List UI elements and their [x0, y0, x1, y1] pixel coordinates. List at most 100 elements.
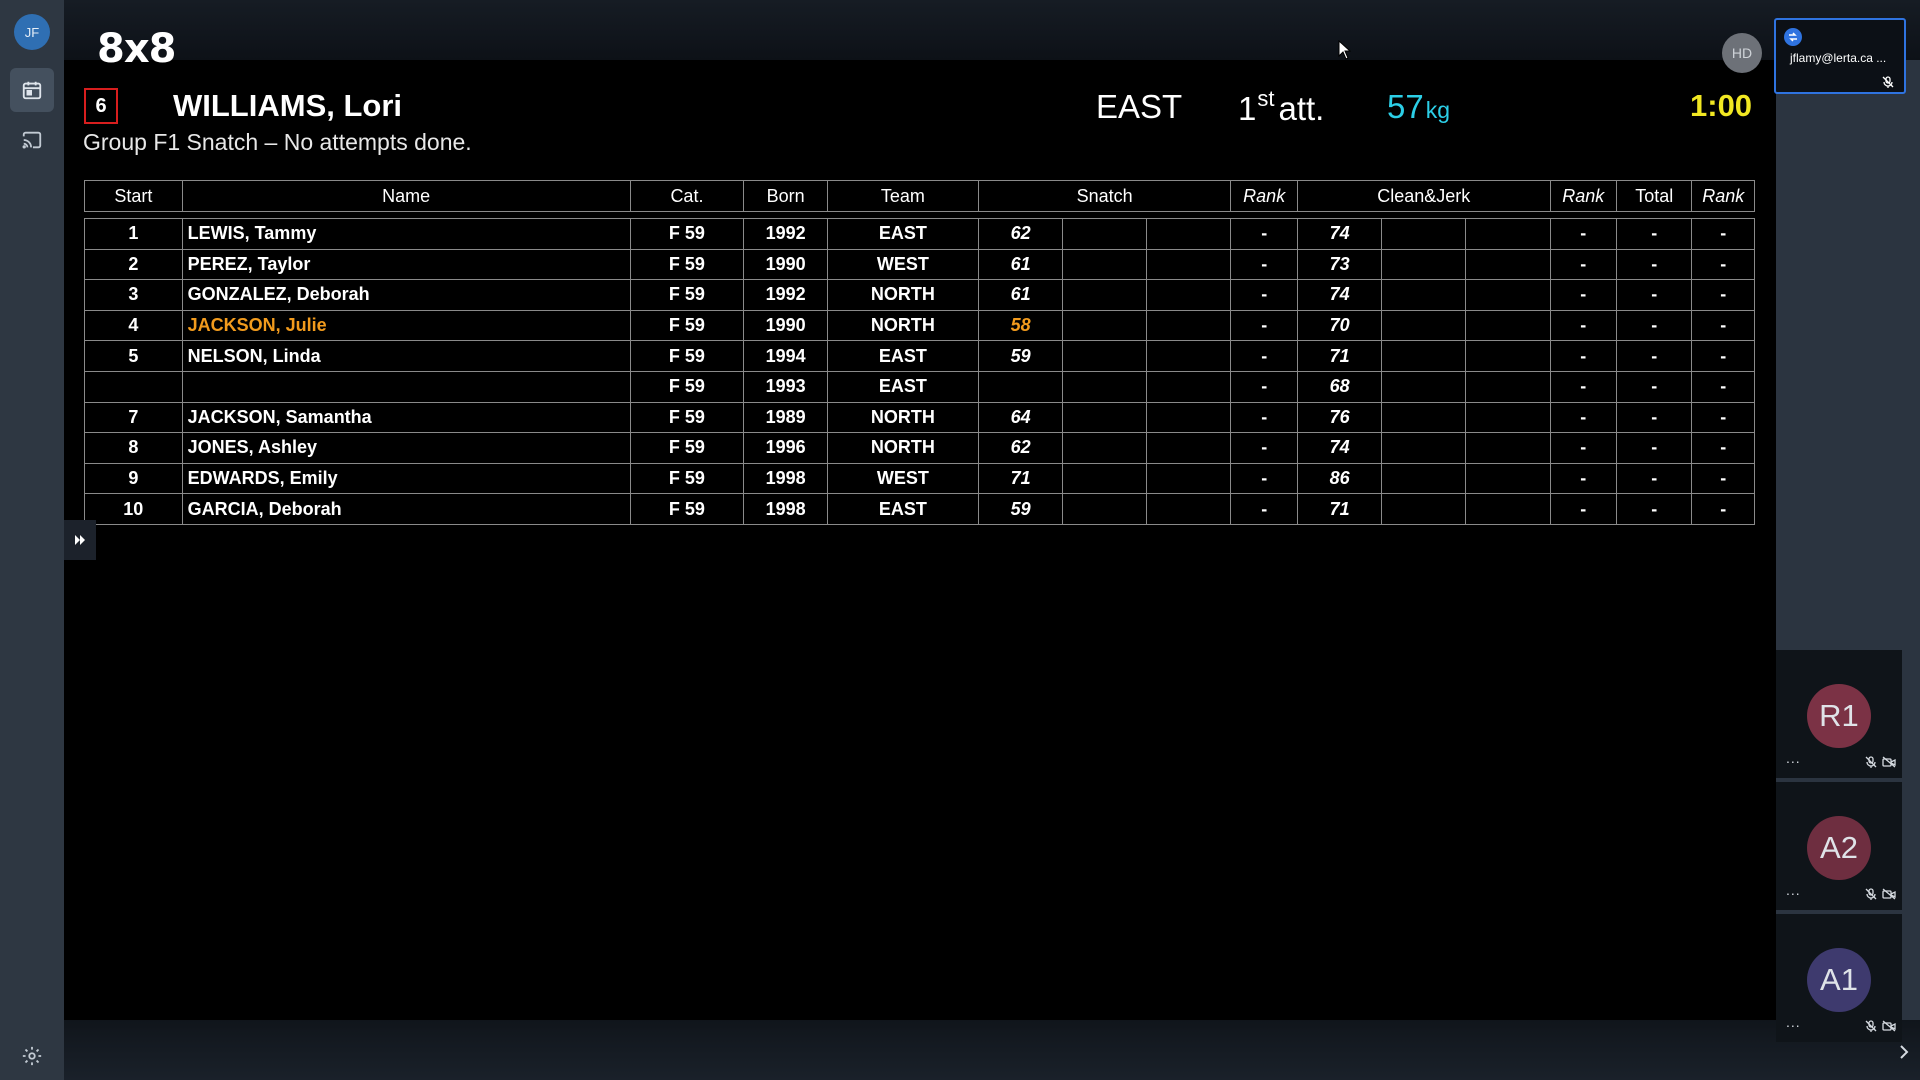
- calendar-button[interactable]: [10, 68, 54, 112]
- participant-menu-button[interactable]: ...: [1786, 1014, 1801, 1030]
- cell-cj-rank: -: [1549, 401, 1617, 434]
- cell-cat: F 59: [629, 401, 745, 434]
- cell-snatch-rank: -: [1230, 370, 1298, 403]
- cell-snatch-2: [1062, 279, 1147, 311]
- cell-total: -: [1615, 401, 1693, 434]
- participant-menu-button[interactable]: ...: [1786, 882, 1801, 898]
- cast-icon: [22, 131, 42, 149]
- cell-cj-rank: -: [1549, 432, 1617, 464]
- col-team: Team: [826, 180, 979, 212]
- participant-tile[interactable]: R1...: [1776, 650, 1902, 778]
- cell-cj-3: [1465, 248, 1551, 281]
- current-start-number: 6: [84, 88, 118, 124]
- cell-born: 1998: [743, 462, 828, 495]
- cell-snatch-rank: -: [1230, 218, 1298, 250]
- cell-snatch-3: [1145, 309, 1232, 342]
- cell-snatch-2: [1062, 370, 1147, 403]
- cell-cj-1: 74: [1296, 432, 1383, 464]
- cell-cj-2: [1381, 493, 1466, 525]
- cell-cj-3: [1465, 401, 1551, 434]
- cell-cj-rank: -: [1549, 493, 1617, 525]
- cell-snatch-rank: -: [1230, 248, 1298, 281]
- cell-total: -: [1615, 432, 1693, 464]
- cell-cj-1: 86: [1296, 462, 1383, 495]
- self-video-tile[interactable]: jflamy@lerta.ca ...: [1774, 18, 1906, 94]
- cell-name: NELSON, Linda: [181, 340, 631, 372]
- user-avatar[interactable]: JF: [14, 14, 50, 50]
- cell-name: JACKSON, Samantha: [181, 401, 631, 434]
- col-start: Start: [84, 180, 183, 212]
- cell-snatch-3: [1145, 432, 1232, 464]
- cell-snatch-3: [1145, 370, 1232, 403]
- cell-cj-2: [1381, 340, 1466, 372]
- cell-snatch-2: [1062, 248, 1147, 281]
- cell-start: 8: [84, 432, 183, 464]
- cell-snatch-1: 71: [977, 462, 1064, 495]
- cell-cj-2: [1381, 279, 1466, 311]
- cell-start: 4: [84, 309, 183, 342]
- participant-tile[interactable]: A1...: [1776, 914, 1902, 1042]
- bottom-bar: [64, 1020, 1920, 1080]
- cell-total-rank: -: [1691, 248, 1755, 281]
- cell-born: 1989: [743, 401, 828, 434]
- cell-total: -: [1615, 309, 1693, 342]
- cell-cj-1: 74: [1296, 218, 1383, 250]
- cell-name: EDWARDS, Emily: [181, 462, 631, 495]
- double-chevron-right-icon: [75, 535, 85, 545]
- cell-snatch-2: [1062, 462, 1147, 495]
- cell-snatch-2: [1062, 432, 1147, 464]
- cell-snatch-rank: -: [1230, 493, 1298, 525]
- camera-off-icon: [1882, 1020, 1896, 1032]
- expand-toolbar-button[interactable]: [64, 520, 96, 560]
- cell-snatch-rank: -: [1230, 432, 1298, 464]
- cell-cj-rank: -: [1549, 340, 1617, 372]
- cell-snatch-rank: -: [1230, 340, 1298, 372]
- cell-total-rank: -: [1691, 309, 1755, 342]
- mic-muted-icon: [1865, 756, 1877, 768]
- cell-cj-3: [1465, 370, 1551, 403]
- cell-cj-3: [1465, 493, 1551, 525]
- cell-total: -: [1615, 493, 1693, 525]
- cell-start: 5: [84, 340, 183, 372]
- current-athlete-name: WILLIAMS, Lori: [173, 88, 403, 123]
- cell-start: 10: [84, 493, 183, 525]
- cell-total: -: [1615, 462, 1693, 495]
- cell-cat: F 59: [629, 462, 745, 495]
- mouse-cursor-icon: [1338, 40, 1352, 60]
- requested-weight: 57kg: [1387, 88, 1450, 126]
- cell-total-rank: -: [1691, 218, 1755, 250]
- cell-team: NORTH: [826, 432, 979, 464]
- cell-snatch-2: [1062, 218, 1147, 250]
- cast-button[interactable]: [10, 118, 54, 162]
- camera-off-icon: [1882, 756, 1896, 768]
- table-row: F 59 1993 EAST -68- - -: [84, 370, 1755, 403]
- cell-cj-3: [1465, 432, 1551, 464]
- cell-team: NORTH: [826, 279, 979, 311]
- cell-cj-3: [1465, 218, 1551, 250]
- cell-snatch-2: [1062, 493, 1147, 525]
- cell-cj-2: [1381, 370, 1466, 403]
- cell-snatch-3: [1145, 340, 1232, 372]
- cell-snatch-1: 62: [977, 218, 1064, 250]
- weight-unit: kg: [1425, 97, 1451, 123]
- cell-total-rank: -: [1691, 370, 1755, 403]
- current-team: EAST: [1096, 88, 1183, 125]
- table-row: 9 EDWARDS, Emily F 59 1998 WEST 71-86- - -: [84, 462, 1755, 495]
- col-born: Born: [743, 180, 828, 212]
- participant-tile[interactable]: A2...: [1776, 782, 1902, 910]
- settings-button[interactable]: [10, 1034, 54, 1078]
- chevron-right-icon[interactable]: [1898, 1044, 1910, 1060]
- cell-team: NORTH: [826, 401, 979, 434]
- host-avatar[interactable]: HD: [1722, 33, 1762, 73]
- cell-cj-rank: -: [1549, 370, 1617, 403]
- cell-cj-2: [1381, 309, 1466, 342]
- participant-menu-button[interactable]: ...: [1786, 750, 1801, 766]
- cell-snatch-2: [1062, 401, 1147, 434]
- gear-icon: [22, 1046, 42, 1066]
- cell-total-rank: -: [1691, 340, 1755, 372]
- cell-team: EAST: [826, 218, 979, 250]
- results-table: Start Name Cat. Born Team Snatch Rank Cl…: [84, 180, 1755, 525]
- cell-name: GARCIA, Deborah: [181, 493, 631, 525]
- cell-team: NORTH: [826, 309, 979, 342]
- cell-born: 1996: [743, 432, 828, 464]
